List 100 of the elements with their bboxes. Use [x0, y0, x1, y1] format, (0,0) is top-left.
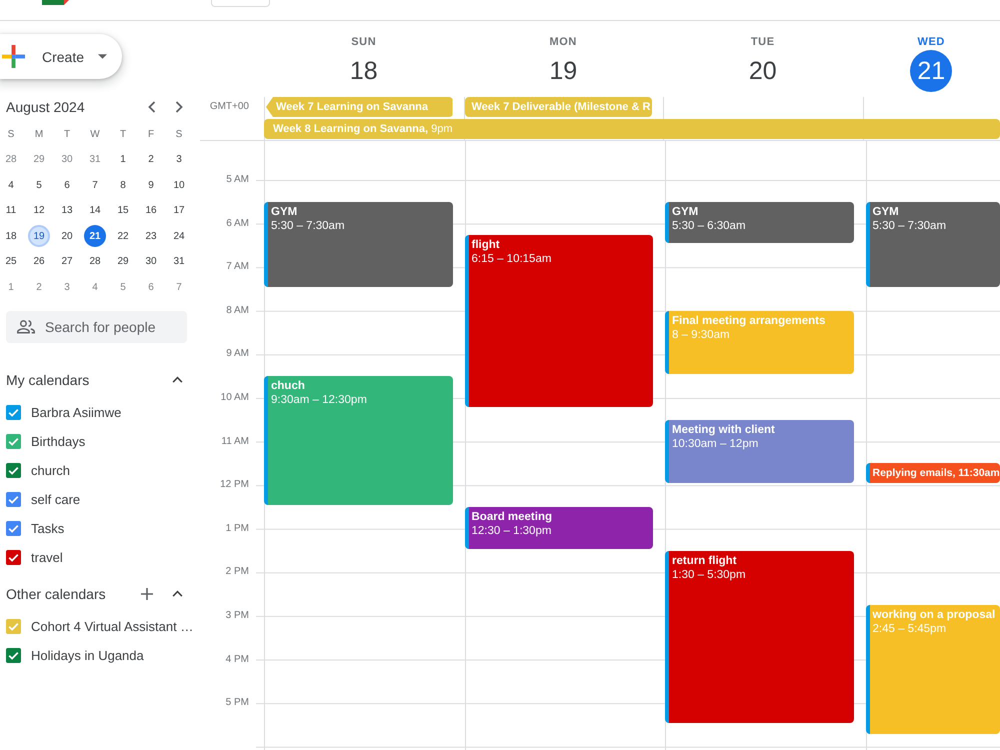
calendar-date[interactable]: 22: [112, 225, 134, 248]
time-label: 7 AM: [226, 261, 249, 274]
chevron-left-icon[interactable]: [148, 101, 156, 113]
calendar-date[interactable]: 2: [140, 148, 162, 171]
calendar-date[interactable]: 23: [140, 225, 162, 248]
calendar-date[interactable]: 9: [140, 174, 162, 196]
calendar-date[interactable]: 12: [28, 200, 50, 222]
time-label: 10 AM: [220, 392, 249, 404]
time-label: 1 PM: [226, 522, 249, 535]
weekday-label: F: [148, 129, 154, 140]
calendar-date[interactable]: 17: [168, 200, 190, 222]
calendar-date[interactable]: 1: [112, 148, 134, 171]
event-time: 6:15 – 10:15am: [472, 252, 552, 266]
calendar-date[interactable]: 5: [112, 276, 134, 298]
checkbox[interactable]: [6, 434, 21, 448]
calendar-date[interactable]: 1: [0, 276, 22, 298]
event-time: 5:30 – 7:30am: [271, 218, 345, 233]
calendar-name: Cohort 4 Virtual Assistant …: [31, 618, 194, 634]
weekday-label: M: [34, 129, 44, 140]
calendar-date[interactable]: 28: [84, 250, 106, 273]
chevron-up-icon[interactable]: [172, 376, 183, 383]
checkbox[interactable]: [6, 520, 21, 536]
calendar-date[interactable]: 27: [56, 250, 78, 273]
checkbox[interactable]: [6, 550, 21, 564]
day-number[interactable]: 18: [342, 50, 385, 92]
weekday-label: WED: [918, 36, 945, 48]
checkbox[interactable]: [6, 618, 21, 634]
time-label: 6 AM: [226, 218, 249, 230]
calendar-event[interactable]: flight 6:15 – 10:15am: [464, 234, 653, 407]
weekday-label: S: [8, 129, 14, 140]
timezone-label: GMT+00: [210, 101, 249, 113]
calendar-date[interactable]: 28: [0, 148, 22, 171]
calendar-name: Barbra Asiimwe: [31, 404, 122, 420]
event-title: flight: [472, 238, 500, 252]
create-button[interactable]: Create: [0, 34, 122, 79]
calendar-date[interactable]: 8: [112, 174, 134, 196]
checkbox[interactable]: [6, 462, 21, 478]
weekday-label: T: [120, 129, 126, 140]
calendar-date[interactable]: 19: [28, 225, 50, 248]
event-time: 5:30 – 7:30am: [872, 218, 946, 233]
calendar-event[interactable]: Board meeting 12:30 – 1:30pm: [464, 507, 653, 549]
calendar-date[interactable]: 4: [0, 174, 22, 196]
calendar-event[interactable]: return flight 1:30 – 5:30pm: [665, 550, 854, 723]
event-title: Replying emails, 11:30am: [872, 466, 1000, 482]
caret-down-icon: [98, 54, 108, 59]
calendar-event[interactable]: GYM 5:30 – 7:30am: [866, 202, 1000, 287]
chevron-right-icon[interactable]: [175, 101, 183, 113]
event-time: 1:30 – 5:30pm: [672, 568, 746, 582]
calendar-date[interactable]: 3: [168, 148, 190, 171]
day-number[interactable]: 19: [542, 50, 584, 92]
weekday-label: SUN: [351, 36, 376, 48]
plus-icon: [2, 45, 25, 68]
calendar-date[interactable]: 15: [112, 200, 134, 222]
calendar-event[interactable]: GYM 5:30 – 7:30am: [264, 202, 452, 287]
weekday-label: MON: [550, 36, 577, 48]
calendar-date[interactable]: 30: [140, 250, 162, 273]
calendar-date[interactable]: 20: [56, 225, 78, 248]
calendar-date[interactable]: 25: [0, 250, 22, 273]
calendar-date[interactable]: 31: [84, 148, 106, 171]
checkbox[interactable]: [6, 648, 21, 662]
chevron-up-icon[interactable]: [172, 590, 183, 597]
calendar-date[interactable]: 10: [168, 174, 190, 196]
calendar-date[interactable]: 4: [84, 276, 106, 298]
calendar-date[interactable]: 14: [84, 200, 106, 222]
day-number[interactable]: 20: [742, 50, 784, 92]
checkbox[interactable]: [6, 492, 21, 506]
event-time: 10:30am – 12pm: [672, 436, 758, 451]
calendar-date[interactable]: 31: [168, 250, 190, 273]
calendar-date[interactable]: 13: [56, 200, 78, 222]
calendar-event[interactable]: GYM 5:30 – 6:30am: [665, 202, 854, 244]
calendar-date[interactable]: 26: [28, 250, 50, 273]
calendar-date[interactable]: 6: [56, 174, 78, 196]
day-number[interactable]: 21: [910, 50, 952, 92]
calendar-date[interactable]: 5: [28, 174, 50, 196]
calendar-name: self care: [31, 492, 80, 506]
event-time: 9:30am – 12:30pm: [271, 393, 367, 408]
calendar-date[interactable]: 7: [168, 276, 190, 298]
calendar-date[interactable]: 30: [56, 148, 78, 171]
time-label: 12 PM: [220, 479, 249, 492]
calendar-date[interactable]: 21: [84, 225, 106, 248]
calendar-date[interactable]: 24: [168, 225, 190, 248]
calendar-date[interactable]: 3: [56, 276, 78, 298]
search-field[interactable]: Search for people: [6, 311, 187, 343]
time-label: 11 AM: [221, 436, 249, 448]
calendar-date[interactable]: 7: [84, 174, 106, 196]
calendar-date[interactable]: 6: [140, 276, 162, 298]
event-time: 12:30 – 1:30pm: [472, 524, 552, 538]
calendar-date[interactable]: 2: [28, 276, 50, 298]
calendar-date[interactable]: 18: [0, 225, 22, 248]
event-title: GYM: [872, 204, 899, 219]
calendar-date[interactable]: 29: [28, 148, 50, 171]
calendar-date[interactable]: 29: [112, 250, 134, 273]
event-title: Board meeting: [472, 510, 552, 524]
calendar-date[interactable]: 16: [140, 200, 162, 222]
weekday-label: TUE: [750, 36, 775, 48]
calendar-name: Birthdays: [31, 434, 86, 448]
weekday-label: T: [64, 129, 70, 140]
add-icon[interactable]: [141, 588, 153, 600]
checkbox[interactable]: [6, 404, 21, 420]
calendar-date[interactable]: 11: [0, 200, 22, 222]
